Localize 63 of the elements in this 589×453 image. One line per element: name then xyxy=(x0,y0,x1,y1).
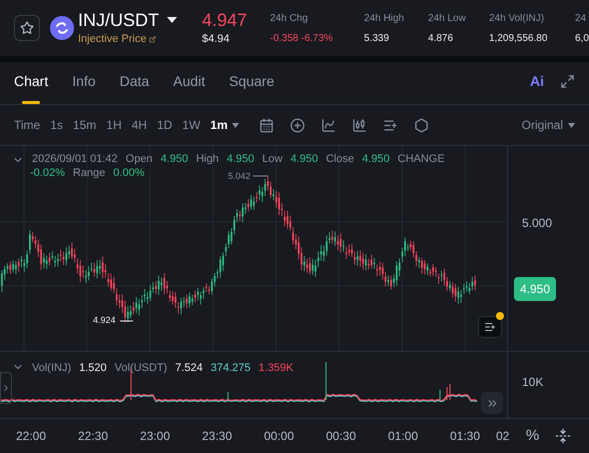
stat-value: 4.876 xyxy=(428,32,454,46)
interval-button[interactable]: 1D xyxy=(156,116,172,134)
stat-label: 24h High xyxy=(364,12,406,26)
stat-value: 1,209,556.80 xyxy=(489,32,548,46)
last-price: 4.947 xyxy=(202,8,248,31)
time-axis-label: 23:00 xyxy=(138,428,172,445)
volume-value: 7.524 xyxy=(175,361,203,376)
time-axis-label: 00:30 xyxy=(324,428,358,445)
volume-ma-value: 1.359K xyxy=(258,361,294,376)
legend-value: 4.950 xyxy=(290,152,318,166)
price-axis-label: 5.000 xyxy=(522,215,552,232)
time-axis-label: 22:30 xyxy=(76,428,110,445)
time-axis-label: 22:00 xyxy=(14,428,48,445)
interval-button[interactable]: 15m xyxy=(72,116,96,134)
tab[interactable]: Chart xyxy=(14,71,48,104)
volume-value: 1.520 xyxy=(79,361,107,376)
low-price-mark: 4.924 xyxy=(93,314,116,327)
interval-button[interactable]: 1H xyxy=(106,116,122,134)
tab[interactable]: Info xyxy=(72,71,96,104)
legend-value: -0.02% xyxy=(30,166,65,180)
stat-label: 24h Vol(INJ) xyxy=(489,12,546,26)
time-axis-label: 01:30 xyxy=(448,428,482,445)
time-axis-label: 01:00 xyxy=(386,428,420,445)
usd-price: $4.94 xyxy=(202,32,231,47)
volume-ma-value: 374.275 xyxy=(210,361,251,376)
stat-label: 24h Chg xyxy=(270,12,309,26)
stat-value: -0.358 -6.73% xyxy=(270,32,334,46)
percent-scale-button[interactable]: % xyxy=(526,424,540,448)
legend-label: High xyxy=(196,152,219,166)
stat-value: 5.339 xyxy=(364,32,390,46)
legend-value: 0.00% xyxy=(113,166,144,180)
candle-time: 2026/09/01 01:42 xyxy=(32,152,118,166)
volume-axis-label: 10K xyxy=(522,375,544,389)
legend-label: Close xyxy=(326,152,354,166)
interval-button[interactable]: 1W xyxy=(182,116,200,134)
legend-label: Open xyxy=(126,152,153,166)
time-axis-label: 23:30 xyxy=(200,428,234,445)
volume-label: Vol(USDT) xyxy=(114,361,168,376)
volume-label: Vol(INJ) xyxy=(32,361,72,376)
pair-selector[interactable]: INJ/USDT xyxy=(78,8,196,31)
legend-value: 4.950 xyxy=(160,152,188,166)
ai-button[interactable]: Ai xyxy=(530,71,544,92)
time-axis-label: 02 xyxy=(496,428,510,445)
interval-button[interactable]: 4H xyxy=(132,116,147,134)
price-info-link[interactable]: Injective Price xyxy=(78,30,196,48)
time-label: Time xyxy=(14,117,40,134)
interval-button[interactable]: 1m xyxy=(210,116,239,134)
stat-label: 24h Low xyxy=(428,12,467,26)
stat-value: 6,0 xyxy=(575,32,589,46)
tab[interactable]: Data xyxy=(120,71,150,104)
legend-value: 4.950 xyxy=(362,152,390,166)
legend-label: Low xyxy=(262,152,282,166)
time-axis-label: 00:00 xyxy=(262,428,296,445)
tab[interactable]: Audit xyxy=(173,71,206,104)
view-dropdown[interactable]: Original xyxy=(522,116,575,134)
interval-button[interactable]: 1s xyxy=(50,116,63,134)
stat-label: 24 xyxy=(575,12,588,26)
legend-label: Range xyxy=(72,166,106,180)
tab[interactable]: Square xyxy=(229,71,274,104)
current-price-badge: 4.950 xyxy=(514,277,556,301)
high-price-mark: 5.042 xyxy=(228,170,251,183)
legend-label: CHANGE xyxy=(398,152,445,166)
legend-value: 4.950 xyxy=(226,152,254,166)
